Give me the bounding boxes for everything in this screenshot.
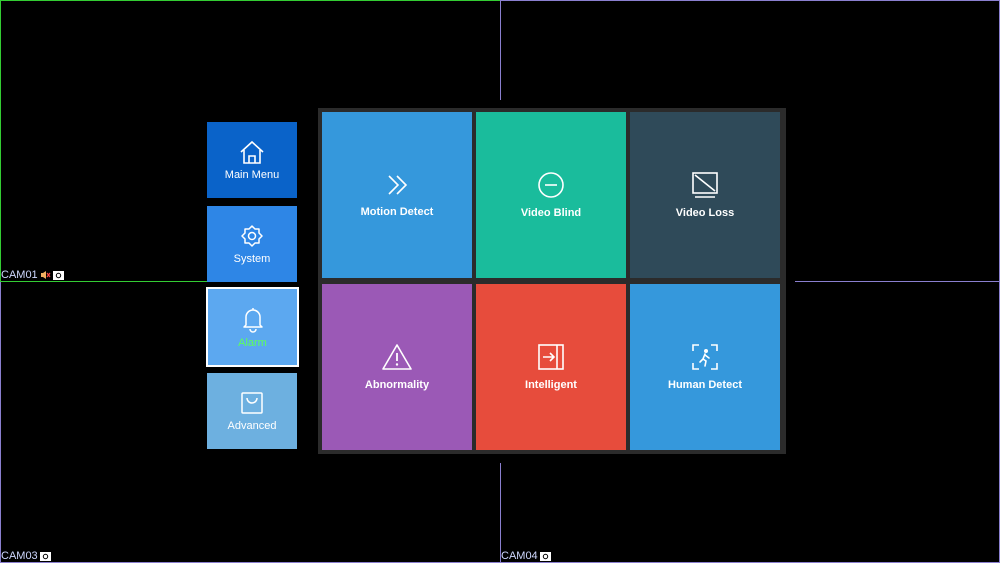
- gear-icon: [239, 223, 265, 249]
- tile-label: Video Loss: [675, 207, 735, 219]
- home-icon: [238, 139, 266, 165]
- tile-human-detect[interactable]: Human Detect: [630, 284, 780, 450]
- split-horizontal-left: [0, 281, 207, 282]
- tile-intelligent[interactable]: Intelligent: [476, 284, 626, 450]
- double-chevron-icon: [384, 172, 410, 198]
- tile-video-loss[interactable]: Video Loss: [630, 112, 780, 278]
- sidebar-item-label: System: [233, 253, 271, 265]
- human-detect-icon: [691, 343, 719, 371]
- tile-abnormality[interactable]: Abnormality: [322, 284, 472, 450]
- tile-label: Video Blind: [520, 207, 582, 219]
- camera-icon: [39, 551, 51, 561]
- alarm-menu-panel: Motion Detect Video Blind Video Loss Abn…: [318, 108, 786, 454]
- bell-icon: [240, 305, 266, 333]
- sidebar-item-alarm[interactable]: Alarm: [206, 287, 299, 367]
- audio-muted-icon: [40, 270, 51, 280]
- split-vertical-top: [500, 0, 501, 100]
- camera-icon: [52, 270, 64, 280]
- tile-motion-detect[interactable]: Motion Detect: [322, 112, 472, 278]
- cam03-name: CAM03: [1, 550, 38, 562]
- cam03-border-left: [0, 282, 1, 563]
- cam01-name: CAM01: [1, 269, 38, 281]
- cam02-border-top: [501, 0, 1000, 1]
- tile-label: Human Detect: [668, 379, 742, 391]
- sidebar-item-system[interactable]: System: [207, 206, 297, 282]
- tile-label: Abnormality: [364, 379, 430, 391]
- bag-icon: [239, 390, 265, 416]
- cam01-border-left: [0, 0, 1, 281]
- enter-icon: [537, 343, 565, 371]
- cam03-label: CAM03: [1, 550, 51, 562]
- tile-video-blind[interactable]: Video Blind: [476, 112, 626, 278]
- split-vertical-bottom: [500, 463, 501, 563]
- sidebar-item-label: Alarm: [238, 337, 267, 349]
- tile-label: Motion Detect: [360, 206, 434, 218]
- cam01-label: CAM01: [1, 269, 64, 281]
- split-horizontal-right: [795, 281, 1000, 282]
- cam04-name: CAM04: [501, 550, 538, 562]
- sidebar-item-advanced[interactable]: Advanced: [207, 373, 297, 449]
- camera-icon: [539, 551, 551, 561]
- cam01-border-top: [0, 0, 500, 1]
- sidebar-item-label: Main Menu: [224, 169, 280, 181]
- no-video-icon: [691, 171, 719, 199]
- sidebar-item-main-menu[interactable]: Main Menu: [207, 122, 297, 198]
- cam04-label: CAM04: [501, 550, 551, 562]
- minus-circle-icon: [537, 171, 565, 199]
- warning-icon: [381, 343, 413, 371]
- tile-label: Intelligent: [525, 379, 577, 391]
- sidebar-item-label: Advanced: [227, 420, 277, 432]
